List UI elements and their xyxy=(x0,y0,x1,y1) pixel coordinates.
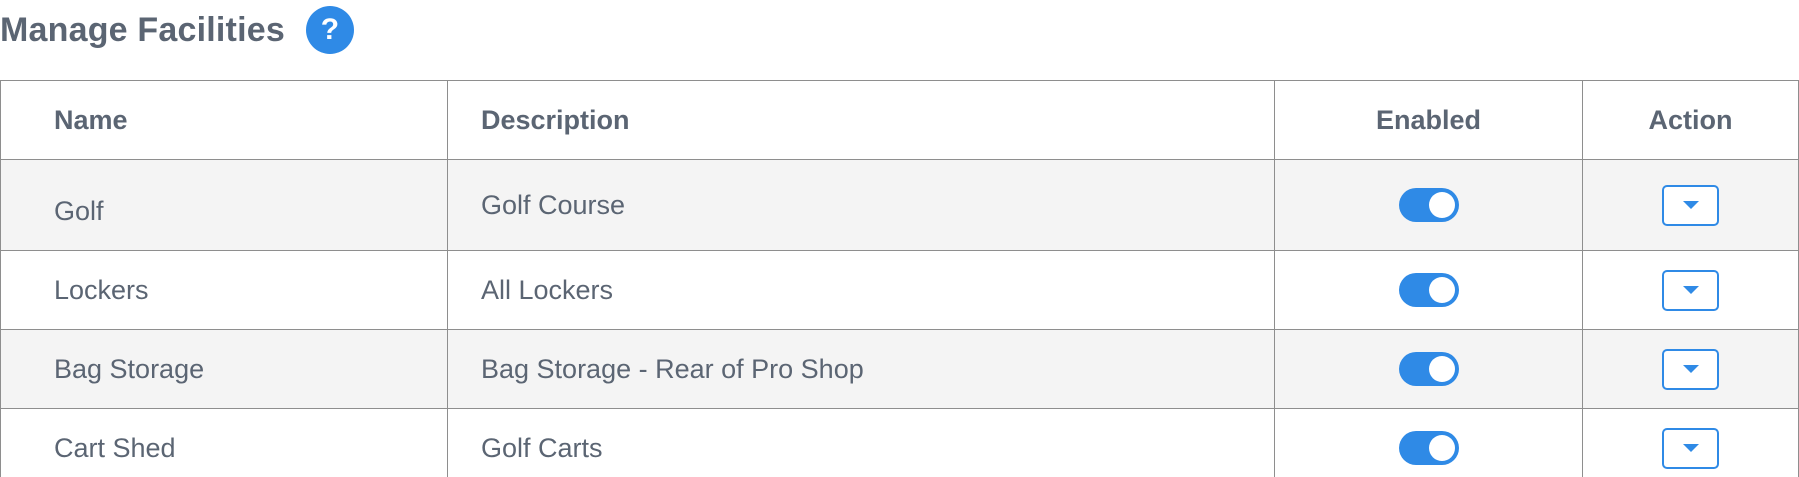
help-button[interactable]: ? xyxy=(305,6,354,54)
table-row: Golf Golf Course xyxy=(0,159,1799,251)
page-header: Manage Facilities ? xyxy=(0,0,354,60)
column-header-description[interactable]: Description xyxy=(447,80,1275,160)
table-row: Cart Shed Golf Carts xyxy=(0,408,1799,477)
enabled-cell xyxy=(1274,408,1583,477)
toggle-knob xyxy=(1428,356,1455,382)
facilities-table: Name Description Enabled Action Golf Gol… xyxy=(0,80,1799,477)
caret-down-icon xyxy=(1682,201,1699,209)
caret-down-icon xyxy=(1682,365,1699,373)
enabled-cell xyxy=(1274,329,1583,409)
toggle-knob xyxy=(1428,277,1455,303)
facility-description: Golf Carts xyxy=(447,408,1275,477)
facility-name: Golf xyxy=(0,159,448,251)
facility-name: Lockers xyxy=(0,250,448,330)
facility-description: All Lockers xyxy=(447,250,1275,330)
enabled-cell xyxy=(1274,250,1583,330)
action-cell xyxy=(1582,408,1799,477)
table-row: Lockers All Lockers xyxy=(0,250,1799,330)
question-mark-icon: ? xyxy=(320,13,340,46)
enabled-toggle[interactable] xyxy=(1398,431,1459,465)
enabled-toggle[interactable] xyxy=(1398,352,1459,386)
facility-description: Bag Storage - Rear of Pro Shop xyxy=(447,329,1275,409)
enabled-toggle[interactable] xyxy=(1398,273,1459,307)
toggle-knob xyxy=(1428,435,1455,461)
enabled-toggle[interactable] xyxy=(1398,188,1459,222)
action-dropdown-button[interactable] xyxy=(1662,184,1719,226)
page-title: Manage Facilities xyxy=(0,11,285,49)
facility-name: Bag Storage xyxy=(0,329,448,409)
table-header-row: Name Description Enabled Action xyxy=(0,80,1799,160)
column-header-action: Action xyxy=(1582,80,1799,160)
column-header-name[interactable]: Name xyxy=(0,80,448,160)
action-cell xyxy=(1582,250,1799,330)
caret-down-icon xyxy=(1682,444,1699,452)
toggle-knob xyxy=(1428,192,1455,218)
action-dropdown-button[interactable] xyxy=(1662,348,1719,390)
action-dropdown-button[interactable] xyxy=(1662,427,1719,469)
action-dropdown-button[interactable] xyxy=(1662,269,1719,311)
facility-description: Golf Course xyxy=(447,159,1275,251)
action-cell xyxy=(1582,329,1799,409)
manage-facilities-page: Manage Facilities ? Name Description Ena… xyxy=(0,0,1799,477)
table-row: Bag Storage Bag Storage - Rear of Pro Sh… xyxy=(0,329,1799,409)
facility-name: Cart Shed xyxy=(0,408,448,477)
enabled-cell xyxy=(1274,159,1583,251)
action-cell xyxy=(1582,159,1799,251)
caret-down-icon xyxy=(1682,286,1699,294)
column-header-enabled[interactable]: Enabled xyxy=(1274,80,1583,160)
